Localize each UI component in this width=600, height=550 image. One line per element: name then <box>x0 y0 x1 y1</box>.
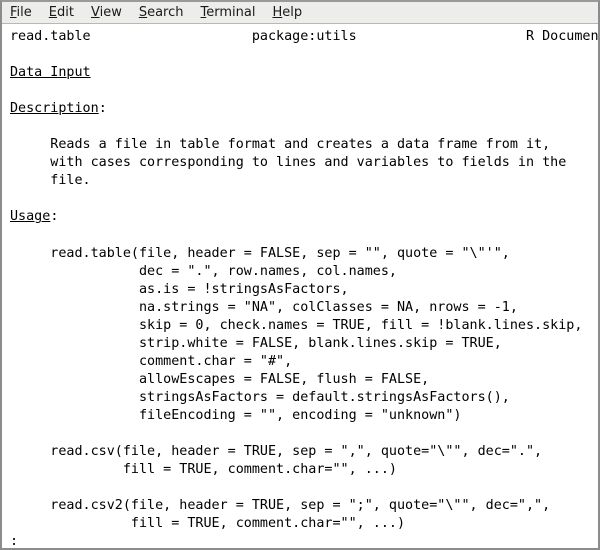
usage-code-line: stringsAsFactors = default.stringsAsFact… <box>10 389 510 405</box>
menu-item-edit-rest: dit <box>57 5 74 20</box>
menu-item-search-rest: earch <box>147 5 184 20</box>
description-text-line: Reads a file in table format and creates… <box>10 137 551 153</box>
menu-item-file-rest: ile <box>16 5 32 20</box>
menu-item-help-mnemonic: H <box>272 5 283 20</box>
usage-code-line: read.csv2(file, header = TRUE, sep = ";"… <box>10 498 551 514</box>
doc-title-text: Data Input <box>10 65 91 81</box>
description-text-line: with cases corresponding to lines and va… <box>10 155 567 171</box>
usage-heading: Usage: <box>10 209 59 225</box>
usage-code-line: dec = ".", row.names, col.names, <box>10 263 397 279</box>
usage-code-line: comment.char = "#", <box>10 353 293 369</box>
description-heading-text: Description <box>10 101 99 117</box>
menu-item-edit[interactable]: Edit <box>49 6 74 19</box>
usage-code-line: read.table(file, header = FALSE, sep = "… <box>10 245 510 261</box>
pager-prompt: : <box>10 534 19 548</box>
terminal-screen[interactable]: read.table package:utils R Documentation… <box>2 24 598 548</box>
usage-code-line: strip.white = FALSE, blank.lines.skip = … <box>10 335 502 351</box>
usage-heading-text: Usage <box>10 209 51 225</box>
doc-title: Data Input <box>10 64 598 82</box>
menu-item-search[interactable]: Search <box>139 6 184 19</box>
menu-item-help-rest: elp <box>282 5 303 20</box>
menu-item-terminal-rest: erminal <box>206 5 256 20</box>
usage-code-line: na.strings = "NA", colClasses = NA, nrow… <box>10 299 518 315</box>
menu-item-view-rest: iew <box>99 5 122 20</box>
menu-bar: File Edit View Search Terminal Help <box>2 2 598 24</box>
usage-code-line: as.is = !stringsAsFactors, <box>10 281 349 297</box>
doc-header-line: read.table package:utils R Documentation <box>10 29 598 44</box>
menu-item-terminal[interactable]: Terminal <box>201 6 256 19</box>
description-text-line: file. <box>10 173 91 189</box>
menu-item-view[interactable]: View <box>91 6 122 19</box>
menu-item-file[interactable]: File <box>10 6 32 19</box>
usage-code-line: fill = TRUE, comment.char="", ...) <box>10 516 406 532</box>
usage-code-line: allowEscapes = FALSE, flush = FALSE, <box>10 371 430 387</box>
description-heading: Description: <box>10 101 107 117</box>
terminal-window: File Edit View Search Terminal Help read… <box>0 0 600 550</box>
menu-item-help[interactable]: Help <box>272 6 302 19</box>
menu-item-view-mnemonic: V <box>90 5 100 20</box>
usage-code-line: skip = 0, check.names = TRUE, fill = !bl… <box>10 317 583 333</box>
menu-item-edit-mnemonic: E <box>48 5 57 20</box>
menu-item-search-mnemonic: S <box>138 5 148 20</box>
usage-code-line: fileEncoding = "", encoding = "unknown") <box>10 407 462 423</box>
usage-code-line: read.csv(file, header = TRUE, sep = ",",… <box>10 444 543 460</box>
usage-code-line: fill = TRUE, comment.char="", ...) <box>10 462 397 478</box>
